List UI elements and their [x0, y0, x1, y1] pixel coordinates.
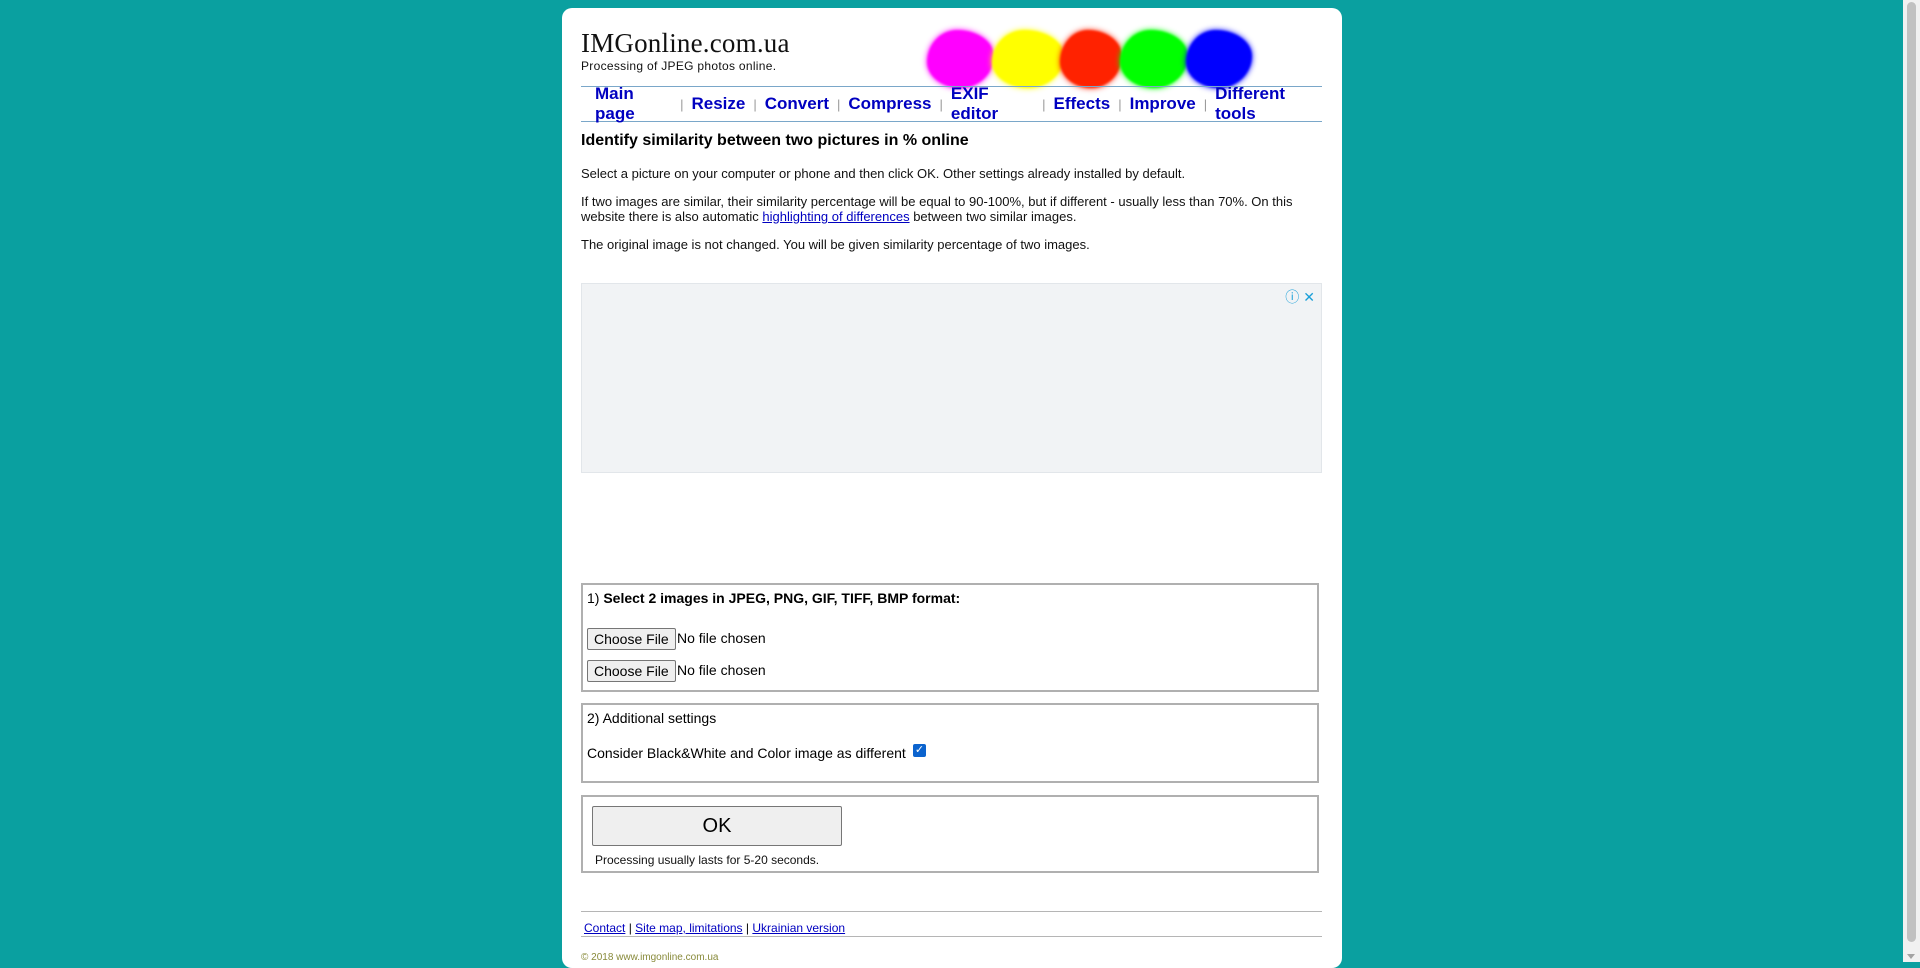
nav-main-page[interactable]: Main page [595, 84, 672, 124]
footer-separator: | [745, 921, 750, 935]
ad-banner[interactable]: ⓘ ✕ [581, 283, 1322, 473]
choose-file-button-1[interactable]: Choose File [587, 628, 676, 650]
page-card: IMGonline.com.ua Processing of JPEG phot… [562, 8, 1342, 968]
main-nav: Main page | Resize | Convert | Compress … [581, 84, 1322, 124]
green-blob [1120, 30, 1188, 88]
nav-compress[interactable]: Compress [848, 94, 931, 114]
yellow-blob [992, 30, 1064, 88]
footer-contact-link[interactable]: Contact [584, 921, 625, 935]
file-status-1: No file chosen [677, 630, 766, 646]
ad-controls: ⓘ ✕ [1281, 287, 1315, 307]
footer-divider-bottom [581, 936, 1322, 937]
footer-links: Contact | Site map, limitations | Ukrain… [584, 921, 845, 935]
file-status-2: No file chosen [677, 662, 766, 678]
nav-separator: | [939, 96, 943, 112]
nav-improve[interactable]: Improve [1130, 94, 1196, 114]
similarity-text-after: between two similar images. [909, 209, 1077, 224]
ok-button[interactable]: OK [592, 806, 842, 846]
step1-number: 1) [587, 590, 600, 606]
info-icon[interactable]: ⓘ [1285, 289, 1299, 305]
highlighting-differences-link[interactable]: highlighting of differences [762, 209, 909, 224]
nav-separator: | [1203, 96, 1208, 112]
submit-box: OK Processing usually lasts for 5-20 sec… [581, 795, 1319, 873]
footer-divider-top [581, 911, 1322, 912]
magenta-blob [927, 30, 994, 88]
nav-separator: | [680, 96, 684, 112]
nav-resize[interactable]: Resize [691, 94, 745, 114]
copyright: © 2018 www.imgonline.com.ua [581, 952, 719, 963]
step1-label: 1) Select 2 images in JPEG, PNG, GIF, TI… [587, 590, 960, 606]
bw-color-option-label: Consider Black&White and Color image as … [587, 745, 906, 761]
site-tagline: Processing of JPEG photos online. [581, 59, 777, 73]
nav-separator: | [836, 96, 841, 112]
choose-file-button-2[interactable]: Choose File [587, 660, 676, 682]
page-scrollbar[interactable] [1903, 0, 1920, 962]
nav-separator: | [753, 96, 757, 112]
close-icon[interactable]: ✕ [1303, 289, 1315, 305]
scroll-down-arrow-icon[interactable] [1907, 954, 1915, 959]
step2-label: 2) Additional settings [587, 710, 717, 726]
nav-exif-editor[interactable]: EXIF editor [951, 84, 1034, 124]
nav-separator: | [1042, 96, 1046, 112]
nav-effects[interactable]: Effects [1054, 94, 1111, 114]
processing-hint: Processing usually lasts for 5-20 second… [595, 853, 820, 867]
color-blobs-banner [927, 20, 1327, 90]
footer-separator: | [628, 921, 632, 935]
similarity-paragraph: If two images are similar, their similar… [581, 194, 1322, 224]
scrollbar-thumb[interactable] [1907, 2, 1916, 942]
step1-box: 1) Select 2 images in JPEG, PNG, GIF, TI… [581, 583, 1319, 692]
red-blob [1060, 30, 1122, 88]
bw-color-checkbox[interactable]: ✓ [913, 744, 926, 757]
original-note-paragraph: The original image is not changed. You w… [581, 237, 1090, 252]
page-title: Identify similarity between two pictures… [581, 132, 969, 149]
intro-paragraph: Select a picture on your computer or pho… [581, 166, 1186, 181]
blue-blob [1186, 30, 1252, 88]
site-name[interactable]: IMGonline.com.ua [581, 28, 790, 59]
step2-box: 2) Additional settings Consider Black&Wh… [581, 703, 1319, 783]
nav-different-tools[interactable]: Different tools [1215, 84, 1322, 124]
nav-separator: | [1118, 96, 1122, 112]
nav-convert[interactable]: Convert [765, 94, 829, 114]
step1-text: Select 2 images in JPEG, PNG, GIF, TIFF,… [603, 590, 961, 606]
footer-ukrainian-link[interactable]: Ukrainian version [752, 921, 845, 935]
footer-sitemap-link[interactable]: Site map, limitations [635, 921, 742, 935]
site-logo[interactable]: IMGonline.com.ua Processing of JPEG phot… [581, 28, 790, 73]
